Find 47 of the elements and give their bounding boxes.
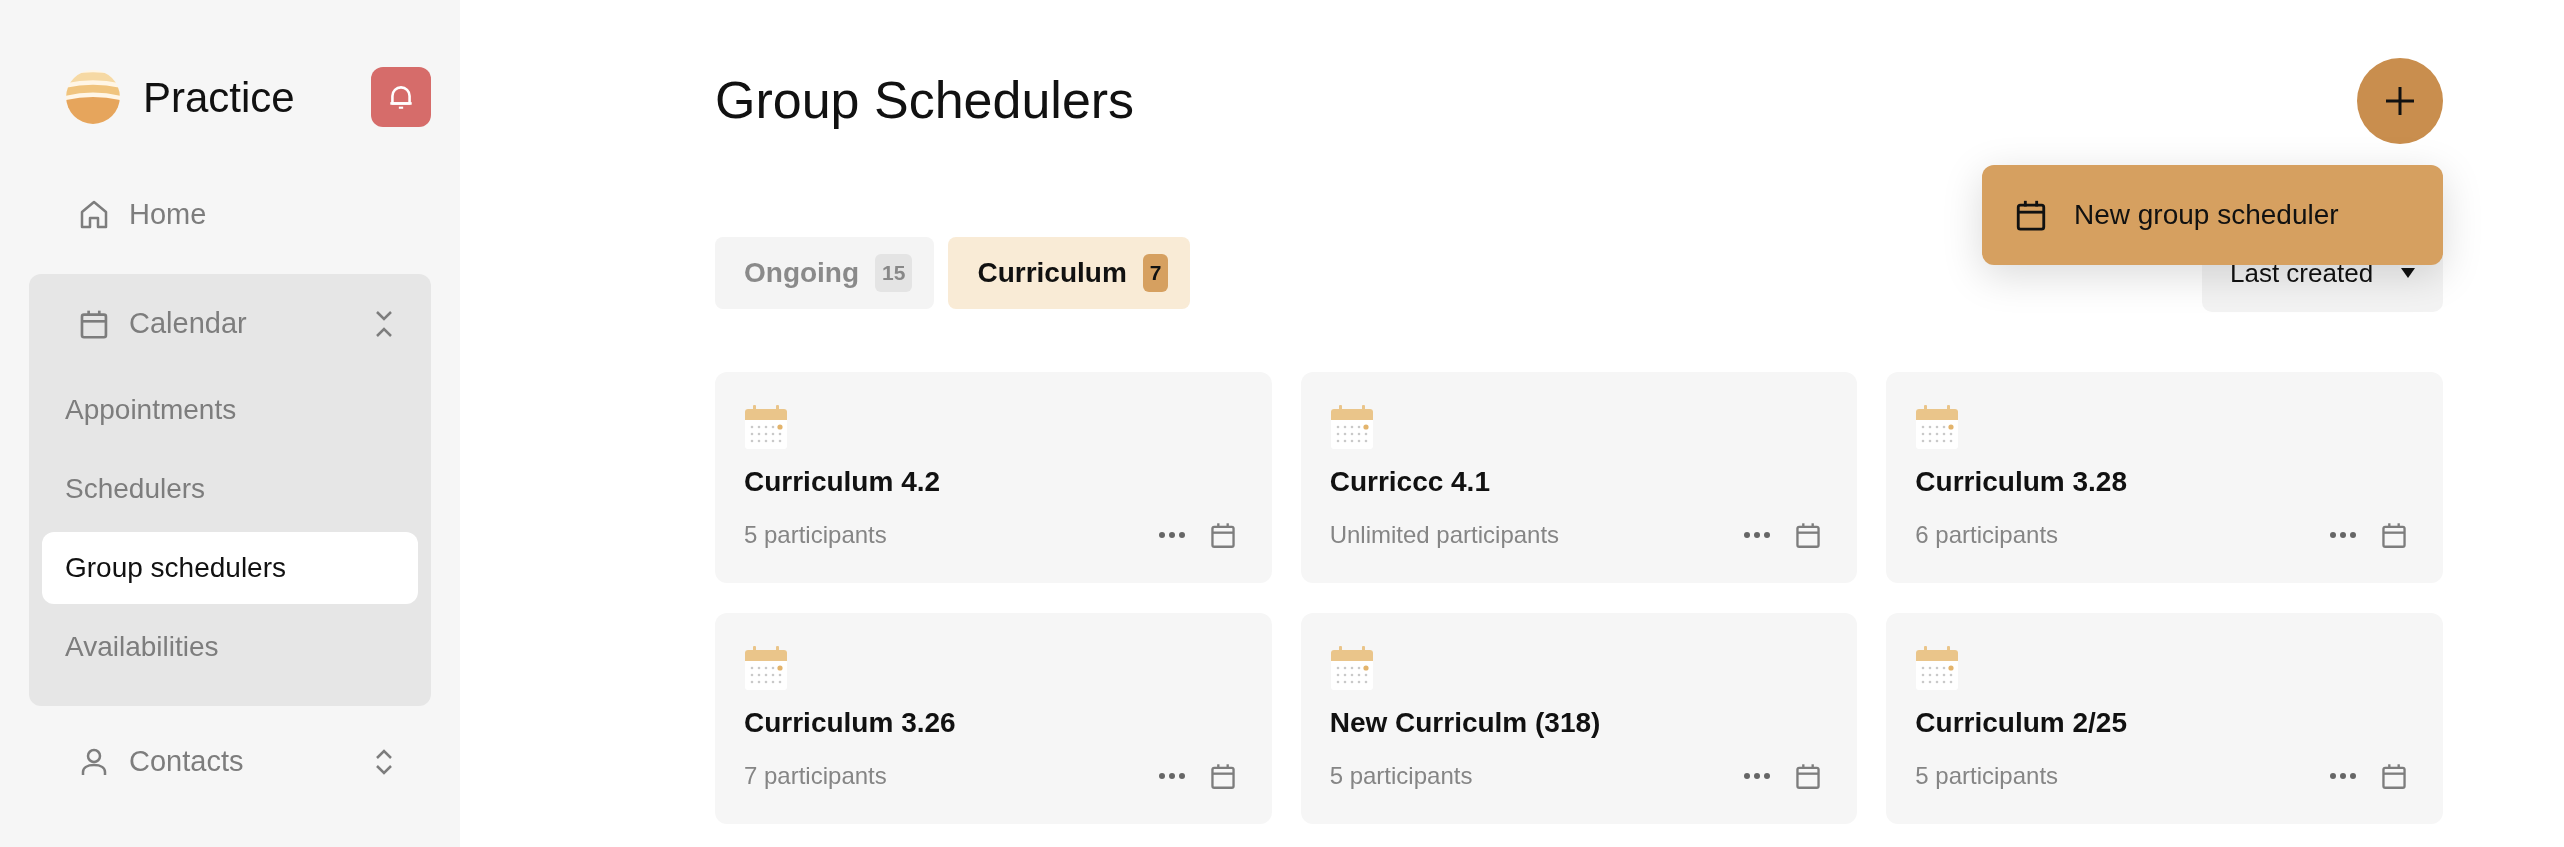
more-icon[interactable] [2329, 531, 2357, 539]
calendar-icon [1915, 644, 1960, 692]
collapse-icon[interactable] [373, 309, 395, 339]
card-title: Curriculum 3.26 [744, 706, 957, 740]
filter-tab[interactable]: Curriculum 7 [948, 237, 1191, 309]
expand-icon[interactable] [373, 747, 395, 777]
participants-count: 5 participants [1915, 761, 2060, 791]
brand-name: Practice [143, 72, 296, 123]
participants-count: Unlimited participants [1329, 520, 1561, 550]
calendar-icon [744, 644, 788, 692]
card-title: Curriculum 3.28 [1915, 465, 2128, 499]
participants-count: 6 participants [1915, 520, 2060, 550]
participants-count: 7 participants [744, 761, 888, 791]
card-title: Curriculum 4.2 [744, 465, 942, 499]
count-badge: 7 [1142, 254, 1169, 292]
more-icon[interactable] [1743, 531, 1772, 539]
nav-item[interactable]: Home [29, 179, 431, 251]
calendar-icon [1915, 403, 1960, 451]
scheduler-card[interactable]: Curriccc 4.1 Unlimited participants [1300, 372, 1858, 583]
card-title: New Curriculm (318) [1329, 706, 1602, 740]
page-title: Group Schedulers [715, 70, 1135, 131]
menu-item[interactable]: New group scheduler [1982, 165, 2443, 265]
participants-count: 5 participants [1329, 761, 1474, 791]
home-icon [78, 199, 110, 231]
calendar-icon [744, 403, 788, 451]
calendar-icon [78, 308, 110, 340]
card-title: Curriccc 4.1 [1329, 465, 1491, 499]
scheduler-card[interactable]: Curriculum 3.28 6 participants [1886, 372, 2443, 583]
calendar-icon [1329, 644, 1374, 692]
caret-icon [2401, 268, 2415, 278]
more-icon[interactable] [1157, 531, 1186, 539]
scheduler-card[interactable]: Curriculum 4.2 5 participants [715, 372, 1272, 583]
notification-button[interactable] [371, 67, 431, 127]
more-icon[interactable] [2329, 772, 2357, 780]
calendar-icon [2014, 198, 2048, 232]
scheduler-card[interactable]: New Curriculm (318) 5 participants [1300, 613, 1858, 824]
scheduler-card[interactable]: Curriculum 2/25 5 participants [1886, 613, 2443, 824]
more-icon[interactable] [1743, 772, 1772, 780]
count-badge: 15 [875, 254, 913, 292]
nav-item[interactable]: Contacts [29, 726, 431, 798]
scheduler-card[interactable]: Curriculum 3.26 7 participants [715, 613, 1272, 824]
card-title: Curriculum 2/25 [1915, 706, 2128, 740]
more-icon[interactable] [1157, 772, 1186, 780]
calendar-icon [1329, 403, 1374, 451]
nav-subitem[interactable]: Group schedulers [42, 532, 418, 604]
plus-icon [2384, 85, 2416, 117]
participants-count: 5 participants [744, 520, 888, 550]
